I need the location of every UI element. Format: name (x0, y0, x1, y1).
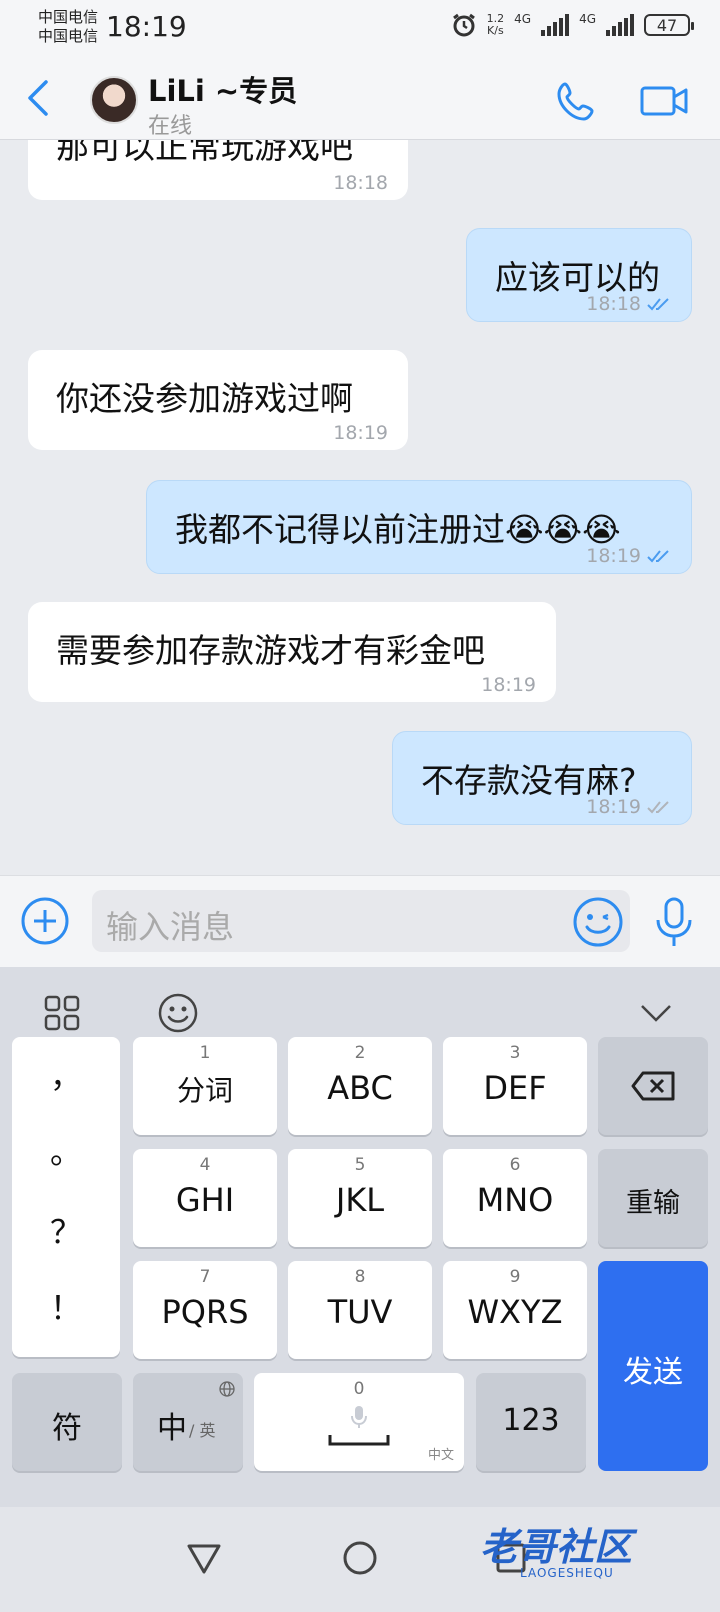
avatar[interactable] (90, 76, 138, 124)
read-receipt-icon (647, 298, 669, 311)
message-time: 18:19 (333, 422, 388, 444)
message-list[interactable]: 那可以正常玩游戏吧 18:18 应该可以的 18:18 你还没参加游戏过啊 18… (0, 140, 720, 875)
space-key[interactable]: 0 中文 (254, 1373, 464, 1471)
message-time: 18:19 (481, 674, 536, 696)
net-speed-unit: K/s (487, 24, 504, 37)
signal-2-icon (606, 14, 634, 36)
space-mic-icon (351, 1406, 367, 1428)
message-input[interactable]: 输入消息 (92, 890, 630, 952)
message-time: 18:18 (586, 293, 671, 315)
keyboard: ， 。 ？ ！ 1 分词 2 ABC 3 DEF 4 GHI 5 JKL 6 MNO 重输 … (0, 967, 720, 1507)
phone-call-icon[interactable] (556, 80, 598, 122)
message-time: 18:19 (586, 796, 671, 818)
key-9[interactable]: 9 WXYZ (443, 1261, 587, 1359)
collapse-keyboard-icon[interactable] (640, 1003, 672, 1023)
back-nav-icon[interactable] (186, 1543, 222, 1575)
carrier-2: 中国电信 (38, 27, 99, 45)
contact-name: LiLi ~专员 (148, 74, 298, 108)
message-text: 应该可以的 (495, 258, 660, 297)
sent-receipt-icon (647, 801, 669, 814)
punctuation-column[interactable]: ， 。 ？ ！ (12, 1037, 120, 1357)
punct-period[interactable]: 。 (12, 1127, 120, 1173)
message-bubble-outgoing[interactable]: 我都不记得以前注册过😭😭😭 18:19 (146, 480, 692, 574)
voice-input-icon[interactable] (654, 896, 694, 948)
globe-icon (219, 1381, 235, 1397)
contact-status: 在线 (148, 114, 193, 139)
network-type-1: 4G (514, 12, 532, 26)
punct-question[interactable]: ？ (12, 1207, 120, 1253)
watermark-sub: LAOGESHEQU (520, 1566, 614, 1580)
message-bubble-outgoing[interactable]: 应该可以的 18:18 (466, 228, 692, 322)
key-8[interactable]: 8 TUV (288, 1261, 432, 1359)
home-nav-icon[interactable] (343, 1541, 377, 1575)
reinput-button[interactable]: 重输 (598, 1149, 708, 1247)
backspace-button[interactable] (598, 1037, 708, 1135)
message-bubble-incoming[interactable]: 你还没参加游戏过啊 18:19 (28, 350, 408, 450)
key-1[interactable]: 1 分词 (133, 1037, 277, 1135)
back-icon[interactable] (26, 80, 50, 116)
apps-grid-icon[interactable] (44, 995, 80, 1031)
battery-level: 47 (656, 15, 678, 35)
read-receipt-icon (647, 550, 669, 563)
status-icons: 1.2 K/s 4G 4G 47 (451, 12, 694, 38)
network-type-2: 4G (579, 12, 596, 26)
message-input-placeholder: 输入消息 (106, 908, 235, 946)
carrier-labels: 中国电信 中国电信 (38, 8, 98, 46)
keyboard-emoji-icon[interactable] (158, 993, 198, 1033)
key-2[interactable]: 2 ABC (288, 1037, 432, 1135)
status-bar: 中国电信 中国电信 18:19 1.2 K/s 4G 4G 47 (0, 0, 720, 52)
message-text: 你还没参加游戏过啊 (56, 379, 353, 418)
numbers-button[interactable]: 123 (476, 1373, 586, 1471)
punct-comma[interactable]: ， (12, 1051, 120, 1097)
battery-icon: 47 (644, 14, 694, 36)
key-6[interactable]: 6 MNO (443, 1149, 587, 1247)
clock: 18:19 (106, 10, 187, 43)
send-button[interactable]: 发送 (598, 1261, 708, 1471)
lang-main: 中 (157, 1411, 187, 1446)
message-text: 我都不记得以前注册过😭😭😭 (175, 510, 621, 549)
add-attachment-icon[interactable] (20, 896, 70, 946)
key-4[interactable]: 4 GHI (133, 1149, 277, 1247)
message-text: 需要参加存款游戏才有彩金吧 (56, 631, 485, 670)
carrier-1: 中国电信 (38, 8, 99, 26)
language-switch-button[interactable]: 中 / 英 (133, 1373, 243, 1471)
video-call-icon[interactable] (640, 85, 688, 117)
input-bar: 输入消息 (0, 875, 720, 967)
send-label: 发送 (623, 1355, 683, 1390)
lang-sub: / 英 (189, 1421, 216, 1440)
chat-header: LiLi ~专员 在线 (0, 52, 720, 140)
signal-1-icon (541, 14, 570, 36)
backspace-icon (631, 1071, 675, 1101)
message-bubble-incoming[interactable]: 需要参加存款游戏才有彩金吧 18:19 (28, 602, 556, 702)
symbols-button[interactable]: 符 (12, 1373, 122, 1471)
message-bubble-incoming[interactable]: 那可以正常玩游戏吧 18:18 (28, 140, 408, 200)
alarm-icon (452, 13, 475, 37)
key-5[interactable]: 5 JKL (288, 1149, 432, 1247)
space-sub: 中文 (427, 1448, 454, 1463)
key-7[interactable]: 7 PQRS (133, 1261, 277, 1359)
key-3[interactable]: 3 DEF (443, 1037, 587, 1135)
watermark-logo: 老哥社区 (480, 1525, 633, 1569)
message-text: 不存款没有麻? (421, 761, 637, 800)
emoji-icon[interactable] (572, 896, 624, 948)
message-time: 18:19 (586, 545, 671, 567)
message-time: 18:18 (333, 172, 388, 194)
message-bubble-outgoing[interactable]: 不存款没有麻? 18:19 (392, 731, 692, 825)
message-text: 那可以正常玩游戏吧 (56, 140, 353, 166)
net-speed: 1.2 K/s (487, 13, 505, 37)
punct-exclaim[interactable]: ！ (12, 1283, 120, 1329)
space-bar-icon (328, 1435, 390, 1446)
